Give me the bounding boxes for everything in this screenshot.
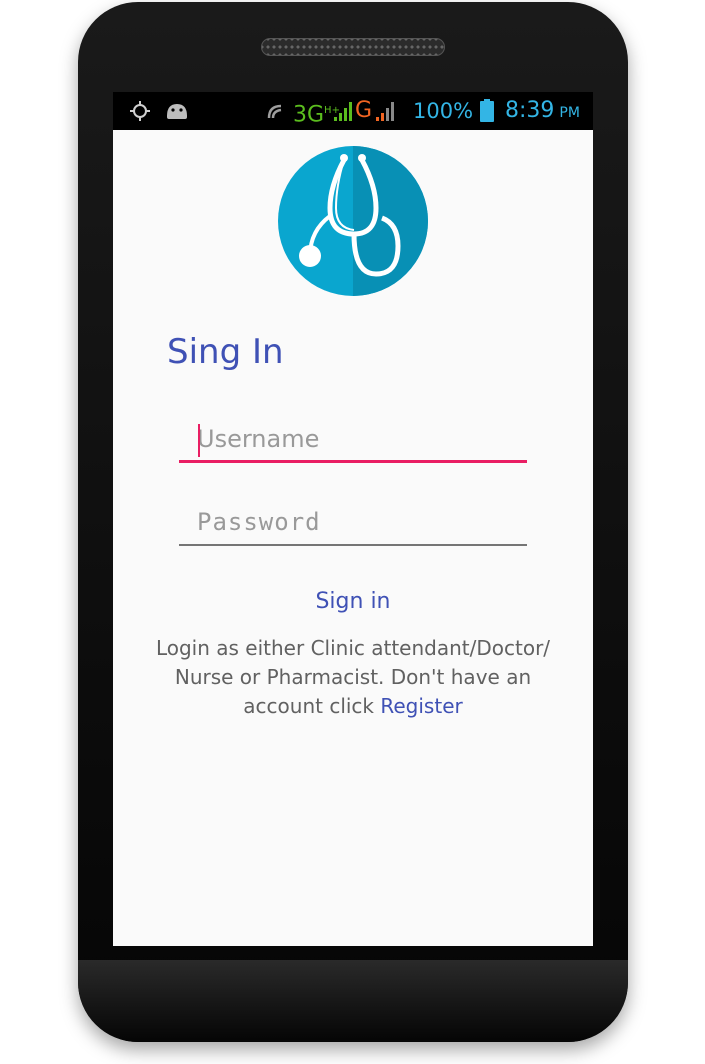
- info-text: Login as either Clinic attendant/Doctor/…: [155, 636, 551, 718]
- password-field[interactable]: [179, 502, 527, 546]
- status-bar: 3GH+ G 100% 8:39 PM: [113, 92, 593, 130]
- sign-in-button[interactable]: Sign in: [113, 589, 593, 614]
- battery-percentage: 100%: [413, 99, 474, 123]
- username-field[interactable]: [179, 419, 527, 463]
- speaker-grille: [261, 38, 445, 56]
- register-link[interactable]: Register: [380, 694, 462, 718]
- username-underline: [179, 460, 527, 463]
- text-cursor: [198, 424, 200, 457]
- password-underline: [179, 544, 527, 546]
- clock: 8:39 PM: [505, 98, 580, 123]
- username-input[interactable]: [179, 419, 527, 459]
- stethoscope-icon: [278, 146, 428, 296]
- phone-bottom-edge: [78, 960, 628, 1042]
- login-info-text: Login as either Clinic attendant/Doctor/…: [153, 634, 553, 721]
- password-input[interactable]: [179, 502, 527, 542]
- page-title: Sing In: [167, 332, 284, 372]
- network-g-label: G: [355, 98, 373, 123]
- app-screen: Sing In Sign in Login as either Clinic a…: [113, 130, 593, 946]
